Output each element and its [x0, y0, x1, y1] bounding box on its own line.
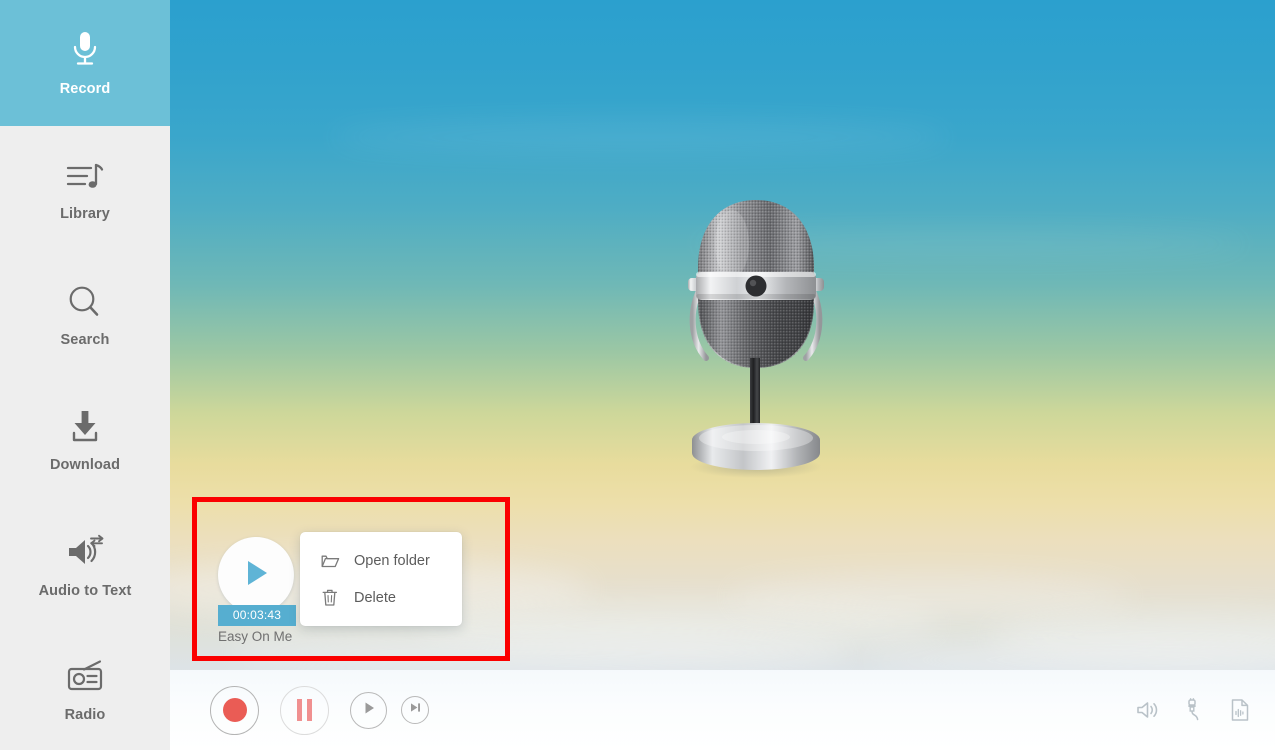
- context-menu-item-delete[interactable]: Delete: [300, 579, 462, 616]
- record-button[interactable]: [210, 685, 259, 735]
- play-button[interactable]: [350, 691, 387, 729]
- sidebar-item-radio[interactable]: Radio: [0, 646, 170, 736]
- sidebar-item-download[interactable]: Download: [0, 396, 170, 486]
- trash-icon: [320, 588, 340, 608]
- audio-jack-icon[interactable]: [1181, 697, 1207, 723]
- microphone-icon: [68, 29, 102, 69]
- sidebar-item-search[interactable]: Search: [0, 271, 170, 361]
- skip-forward-icon: [409, 701, 422, 719]
- radio-icon: [64, 659, 106, 695]
- sidebar-item-audio-to-text[interactable]: Audio to Text: [0, 521, 170, 611]
- play-icon: [362, 700, 376, 721]
- music-list-icon: [65, 160, 105, 194]
- recording-duration-badge: 00:03:43: [218, 605, 296, 626]
- sidebar-item-label: Record: [59, 81, 111, 97]
- sidebar-item-label: Download: [49, 457, 121, 473]
- sidebar-item-library[interactable]: Library: [0, 146, 170, 236]
- folder-icon: [320, 551, 340, 571]
- download-icon: [66, 409, 104, 445]
- toolbar-utilities: [1135, 670, 1253, 750]
- play-recording-button[interactable]: [218, 537, 294, 613]
- app-window: Record Library Search Download Audio to …: [0, 0, 1275, 750]
- context-menu-item-label: Open folder: [354, 552, 430, 569]
- sidebar-item-label: Library: [60, 206, 110, 222]
- bottom-toolbar: [170, 670, 1275, 750]
- recording-context-menu: Open folder Delete: [300, 532, 462, 626]
- transport-controls: [210, 670, 429, 750]
- context-menu-item-label: Delete: [354, 589, 396, 606]
- skip-forward-button[interactable]: [401, 696, 429, 724]
- audio-to-text-icon: [64, 533, 106, 571]
- play-icon: [241, 557, 271, 594]
- pause-icon: [297, 699, 312, 721]
- recording-title: Easy On Me: [218, 629, 293, 644]
- recording-card[interactable]: 00:03:43 Easy On Me: [218, 537, 296, 644]
- pause-button[interactable]: [280, 685, 329, 735]
- sidebar-item-record[interactable]: Record: [0, 0, 170, 126]
- sidebar: Record Library Search Download Audio to …: [0, 0, 170, 750]
- sidebar-item-label: Audio to Text: [38, 583, 132, 599]
- search-icon: [66, 284, 104, 320]
- sky-background: [170, 0, 1275, 750]
- speaker-icon[interactable]: [1135, 697, 1161, 723]
- record-dot-icon: [222, 698, 247, 722]
- sidebar-item-label: Radio: [64, 707, 106, 723]
- context-menu-item-open-folder[interactable]: Open folder: [300, 542, 462, 579]
- file-waveform-icon[interactable]: [1227, 697, 1253, 723]
- sidebar-item-label: Search: [60, 332, 110, 348]
- main-stage: 00:03:43 Easy On Me Open folder Delete: [170, 0, 1275, 750]
